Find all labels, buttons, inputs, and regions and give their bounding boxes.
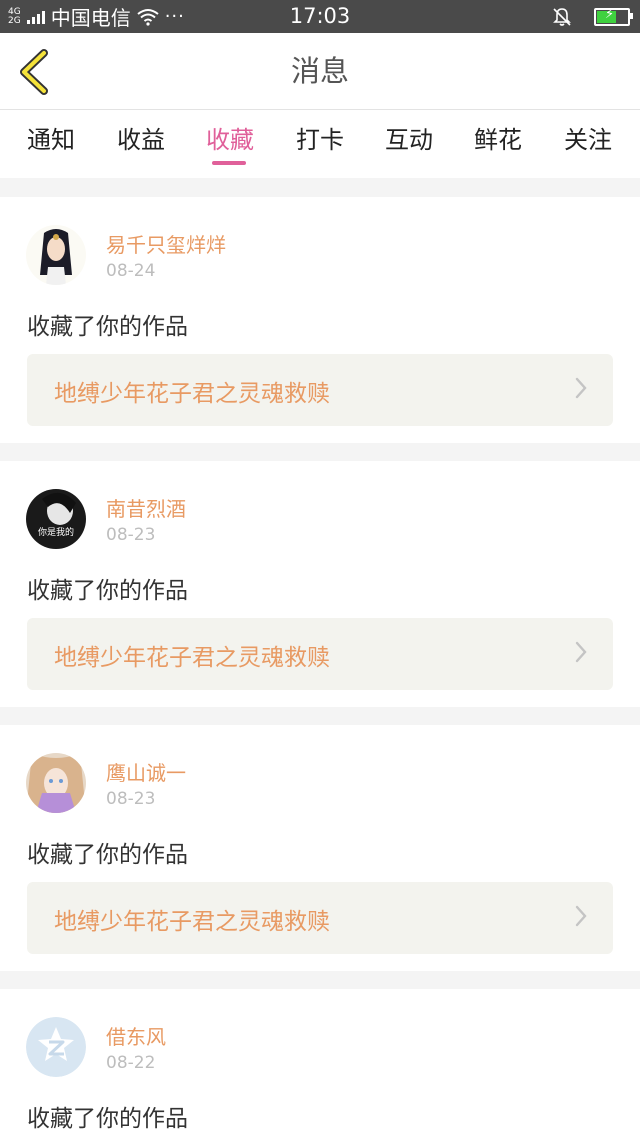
work-title: 地缚少年花子君之灵魂救赎 (54, 909, 330, 935)
work-title: 地缚少年花子君之灵魂救赎 (54, 381, 330, 407)
tab-notify[interactable]: 通知 (11, 120, 91, 155)
chevron-right-icon (575, 641, 587, 663)
avatar[interactable] (26, 225, 86, 285)
avatar[interactable]: 你是我的 (26, 489, 86, 549)
message-date: 08-24 (106, 261, 156, 281)
avatar[interactable] (26, 753, 86, 813)
chevron-right-icon (575, 905, 587, 927)
clock: 17:03 (289, 4, 351, 28)
work-link[interactable]: 地缚少年花子君之灵魂救赎 (27, 882, 613, 954)
tab-favorites[interactable]: 收藏 (190, 120, 270, 155)
page-title: 消息 (290, 54, 349, 88)
message-card: 借东风 08-22 收藏了你的作品 (0, 989, 640, 1138)
message-card: 你是我的 南昔烈酒 08-23 收藏了你的作品 地缚少年花子君之灵魂救赎 (0, 461, 640, 707)
action-text: 收藏了你的作品 (27, 314, 188, 340)
message-date: 08-23 (106, 525, 156, 545)
tab-flowers[interactable]: 鲜花 (458, 120, 538, 155)
header: 消息 (0, 33, 640, 110)
battery-icon: ⚡ (594, 7, 633, 26)
action-text: 收藏了你的作品 (27, 578, 188, 604)
message-card: 鹰山诚一 08-23 收藏了你的作品 地缚少年花子君之灵魂救赎 (0, 725, 640, 971)
work-link[interactable]: 地缚少年花子君之灵魂救赎 (27, 618, 613, 690)
default-avatar-icon[interactable] (26, 1017, 86, 1077)
mute-bell-icon (553, 7, 571, 26)
work-title: 地缚少年花子君之灵魂救赎 (54, 645, 330, 671)
username[interactable]: 借东风 (106, 1021, 166, 1050)
username[interactable]: 鹰山诚一 (106, 757, 186, 786)
message-card: 易千只玺烊烊 08-24 收藏了你的作品 地缚少年花子君之灵魂救赎 (0, 197, 640, 443)
active-tab-indicator (212, 161, 246, 165)
action-text: 收藏了你的作品 (27, 842, 188, 868)
status-bar: 4G 2G 中国电信 ··· 17:03 ⚡ (0, 0, 640, 33)
tab-earnings[interactable]: 收益 (101, 120, 181, 155)
username[interactable]: 南昔烈酒 (106, 493, 186, 522)
tab-follow[interactable]: 关注 (548, 120, 628, 155)
avatar-caption: 你是我的 (38, 526, 74, 538)
work-link[interactable]: 地缚少年花子君之灵魂救赎 (27, 354, 613, 426)
message-date: 08-23 (106, 789, 156, 809)
message-date: 08-22 (106, 1053, 156, 1073)
tab-bar: 通知 收益 收藏 打卡 互动 鲜花 关注 (0, 110, 640, 178)
action-text: 收藏了你的作品 (27, 1106, 188, 1132)
username[interactable]: 易千只玺烊烊 (106, 229, 226, 258)
tab-checkin[interactable]: 打卡 (280, 120, 360, 155)
chevron-right-icon (575, 377, 587, 399)
tab-interaction[interactable]: 互动 (369, 120, 449, 155)
